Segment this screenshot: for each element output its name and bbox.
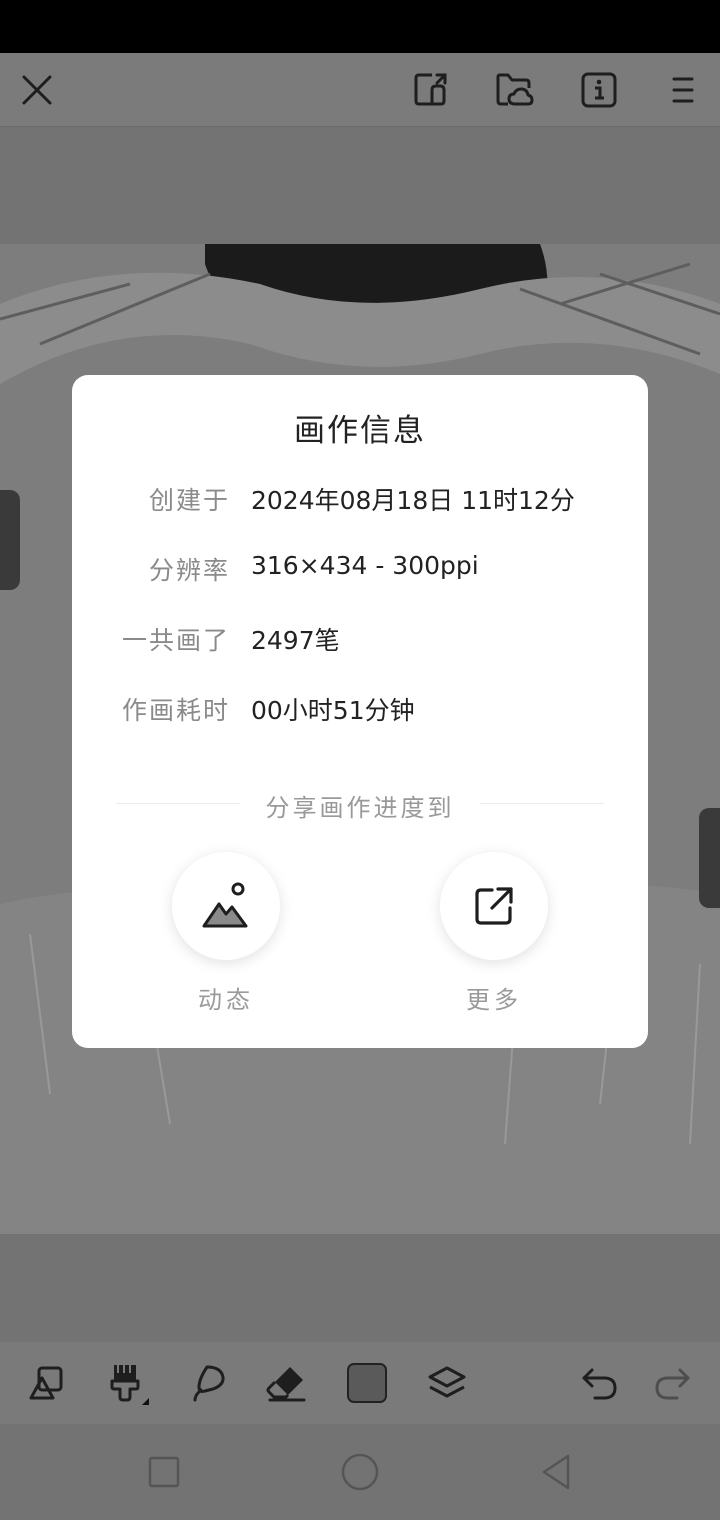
share-section-title: 分享画作进度到 bbox=[265, 794, 455, 822]
share-sticker-icon bbox=[414, 73, 447, 106]
undo-icon bbox=[582, 1368, 617, 1400]
share-to-feed-button[interactable] bbox=[172, 852, 280, 960]
share-more-label: 更多 bbox=[466, 986, 522, 1014]
right-slider-handle[interactable] bbox=[699, 808, 720, 908]
info-row-duration: 作画耗时 00小时51分钟 bbox=[72, 691, 648, 731]
info-button[interactable] bbox=[576, 67, 622, 113]
layers-button[interactable] bbox=[424, 1360, 470, 1406]
home-button[interactable] bbox=[337, 1449, 383, 1495]
triangle-back-icon bbox=[542, 1454, 570, 1490]
info-value: 2497笔 bbox=[251, 626, 340, 655]
info-row-resolution: 分辨率 316×434 - 300ppi bbox=[72, 551, 648, 591]
brush-icon bbox=[110, 1365, 149, 1405]
artwork-info-dialog: 画作信息 创建于 2024年08月18日 11时12分 分辨率 316×434 … bbox=[72, 375, 648, 1048]
info-value: 00小时51分钟 bbox=[251, 696, 415, 725]
info-row-created: 创建于 2024年08月18日 11时12分 bbox=[72, 481, 648, 521]
info-label: 分辨率 bbox=[148, 556, 230, 585]
info-row-strokes: 一共画了 2497笔 bbox=[72, 621, 648, 661]
status-bar bbox=[0, 0, 720, 53]
undo-button[interactable] bbox=[576, 1360, 622, 1406]
redo-icon bbox=[655, 1368, 690, 1400]
info-label: 一共画了 bbox=[121, 626, 230, 655]
menu-button[interactable] bbox=[660, 67, 706, 113]
share-more-button[interactable] bbox=[440, 852, 548, 960]
cloud-folder-button[interactable] bbox=[491, 67, 537, 113]
cloud-folder-icon bbox=[496, 73, 534, 106]
share-sticker-button[interactable] bbox=[407, 67, 453, 113]
color-swatch bbox=[347, 1363, 387, 1403]
landscape-image-icon bbox=[202, 882, 248, 928]
redo-button[interactable] bbox=[650, 1360, 696, 1406]
back-button[interactable] bbox=[533, 1449, 579, 1495]
share-to-feed-label: 动态 bbox=[198, 986, 254, 1014]
circle-icon bbox=[341, 1453, 379, 1491]
shapes-icon bbox=[29, 1366, 63, 1400]
top-toolbar bbox=[0, 53, 720, 127]
bottom-toolbar bbox=[0, 1342, 720, 1424]
brush-tool-button[interactable] bbox=[104, 1360, 150, 1406]
layers-icon bbox=[428, 1366, 466, 1398]
dialog-title: 画作信息 bbox=[294, 413, 426, 449]
close-icon bbox=[22, 75, 52, 105]
color-swatch-button[interactable] bbox=[344, 1360, 390, 1406]
info-icon bbox=[581, 72, 617, 108]
square-icon bbox=[148, 1456, 180, 1488]
info-label: 作画耗时 bbox=[121, 696, 230, 725]
external-link-icon bbox=[475, 887, 513, 925]
info-value: 316×434 - 300ppi bbox=[251, 551, 479, 580]
menu-icon bbox=[672, 77, 694, 103]
info-value: 2024年08月18日 11时12分 bbox=[251, 486, 575, 515]
system-nav-bar bbox=[0, 1424, 720, 1520]
eraser-tool-button[interactable] bbox=[264, 1360, 310, 1406]
lasso-icon bbox=[193, 1365, 225, 1402]
close-button[interactable] bbox=[14, 67, 60, 113]
recents-button[interactable] bbox=[141, 1449, 187, 1495]
shapes-tool-button[interactable] bbox=[24, 1360, 70, 1406]
eraser-icon bbox=[266, 1367, 306, 1402]
info-label: 创建于 bbox=[148, 486, 230, 515]
left-slider-handle[interactable] bbox=[0, 490, 20, 590]
lasso-tool-button[interactable] bbox=[184, 1360, 230, 1406]
